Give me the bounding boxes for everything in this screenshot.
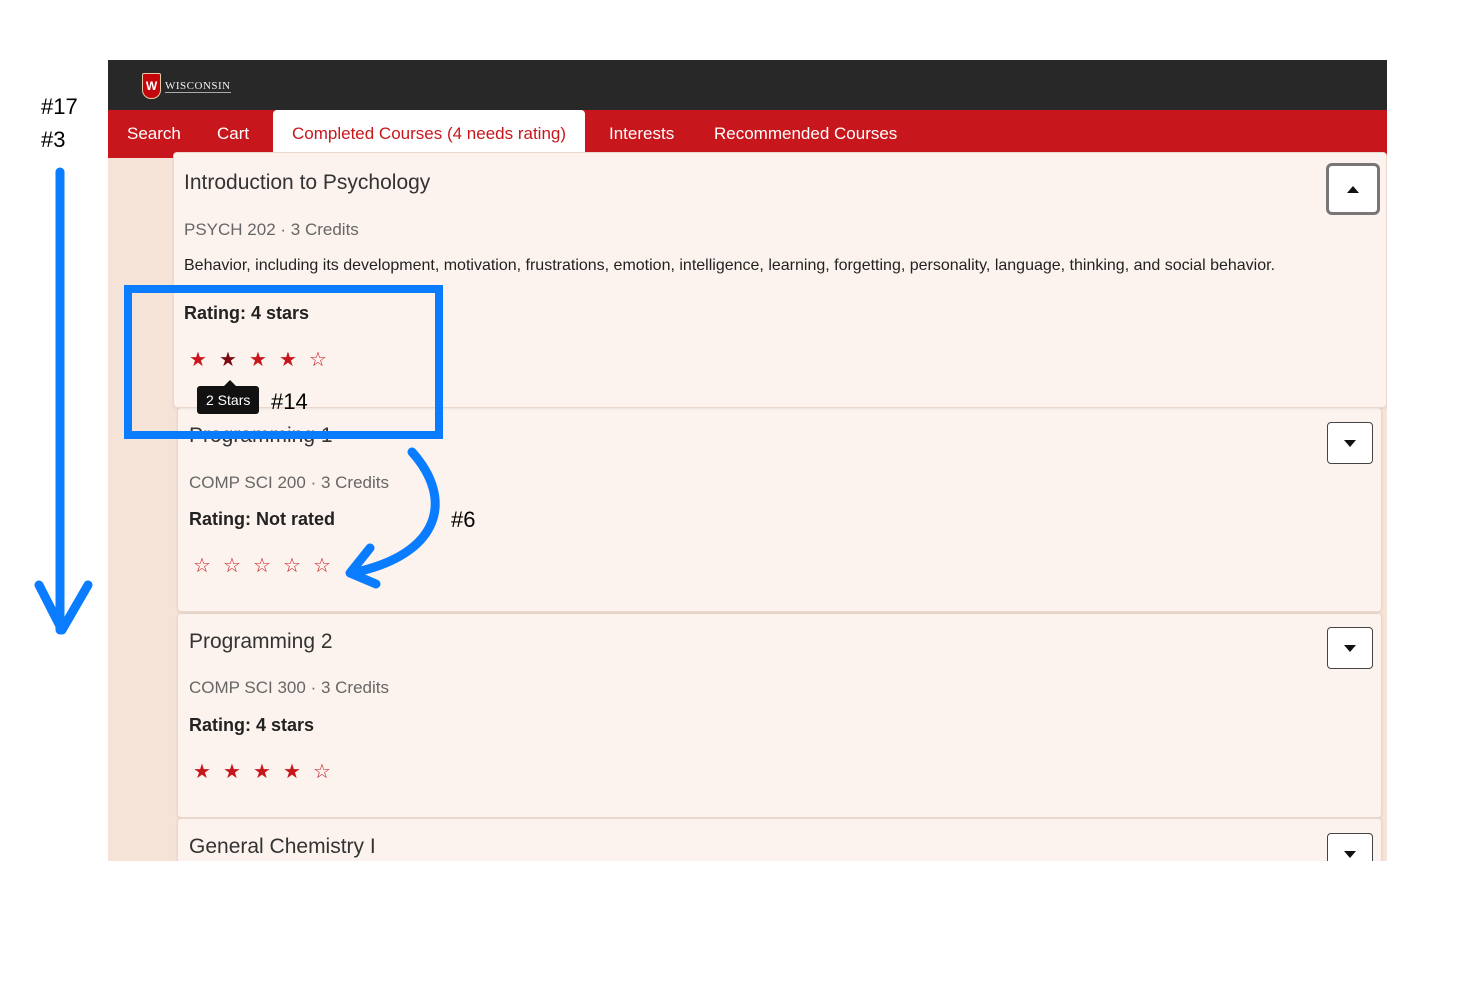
tab-cart[interactable]: Cart [198, 110, 268, 158]
step-label-6: #6 [451, 507, 476, 532]
star-empty-icon[interactable]: ☆ [192, 553, 212, 578]
course-title: Introduction to Psychology [184, 171, 431, 194]
collapse-toggle-button[interactable] [1327, 627, 1373, 669]
star-filled-icon[interactable]: ★ [248, 347, 268, 372]
star-filled-icon[interactable]: ★ [282, 759, 302, 784]
top-bar: W WISCONSIN [108, 60, 1387, 110]
course-meta: COMP SCI 200 · 3 Credits [189, 473, 389, 492]
star-empty-icon[interactable]: ☆ [312, 553, 332, 578]
rating-label: Rating: Not rated [189, 509, 335, 529]
star-empty-icon[interactable]: ☆ [282, 553, 302, 578]
collapse-toggle-button[interactable] [1327, 422, 1373, 464]
star-empty-icon[interactable]: ☆ [222, 553, 242, 578]
tab-completed-courses[interactable]: Completed Courses (4 needs rating) [273, 110, 586, 158]
caret-down-icon [1344, 644, 1356, 652]
rating-label: Rating: 4 stars [189, 715, 315, 735]
logo-text: WISCONSIN [165, 79, 231, 93]
course-meta: PSYCH 202 · 3 Credits [184, 220, 359, 239]
course-title: Programming 2 [189, 630, 333, 653]
caret-down-icon [1344, 850, 1356, 858]
star-filled-icon[interactable]: ★ [278, 347, 298, 372]
course-title: Programming 1 [189, 424, 333, 447]
collapse-toggle-button[interactable] [1327, 833, 1373, 861]
course-title: General Chemistry I [189, 835, 376, 858]
scroll-down-arrow-head [34, 580, 93, 635]
tab-interests[interactable]: Interests [590, 110, 693, 158]
course-meta: COMP SCI 300 · 3 Credits [189, 678, 389, 697]
rating-label: Rating: 4 stars [184, 303, 310, 323]
star-empty-icon[interactable]: ☆ [308, 347, 328, 372]
star-filled-icon[interactable]: ★ [252, 759, 272, 784]
course-card-programming-1: Programming 1 COMP SCI 200 · 3 Credits R… [177, 407, 1382, 612]
star-rating: ★ ★ ★ ★ ☆ [192, 759, 332, 784]
collapse-toggle-button[interactable] [1326, 163, 1380, 215]
step-label-14: #14 [271, 389, 308, 414]
star-filled-icon[interactable]: ★ [192, 759, 212, 784]
star-rating: ☆ ☆ ☆ ☆ ☆ [192, 553, 332, 578]
app-window: W WISCONSIN Search Cart Completed Course… [108, 60, 1387, 861]
course-card-intro-psychology: Introduction to Psychology PSYCH 202 · 3… [173, 152, 1387, 408]
crest-icon: W [142, 73, 161, 99]
star-rating: ★ ★ ★ ★ ☆ [188, 347, 328, 372]
star-filled-icon[interactable]: ★ [218, 347, 238, 372]
star-tooltip: 2 Stars [197, 380, 260, 414]
tab-recommended-courses[interactable]: Recommended Courses [695, 110, 916, 158]
star-filled-icon[interactable]: ★ [222, 759, 242, 784]
nav-bar: Search Cart Completed Courses (4 needs r… [108, 110, 1387, 158]
step-label-3: #3 [41, 127, 66, 152]
caret-down-icon [1344, 439, 1356, 447]
course-description: Behavior, including its development, mot… [184, 257, 1276, 274]
star-empty-icon[interactable]: ☆ [252, 553, 272, 578]
tab-search[interactable]: Search [108, 110, 200, 158]
wisconsin-logo[interactable]: W WISCONSIN [142, 73, 231, 99]
caret-up-icon [1347, 185, 1359, 193]
star-empty-icon[interactable]: ☆ [312, 759, 332, 784]
course-card-programming-2: Programming 2 COMP SCI 300 · 3 Credits R… [177, 613, 1382, 818]
star-filled-icon[interactable]: ★ [188, 347, 208, 372]
step-label-17: #17 [41, 94, 78, 119]
course-card-general-chemistry: General Chemistry I [177, 818, 1382, 861]
